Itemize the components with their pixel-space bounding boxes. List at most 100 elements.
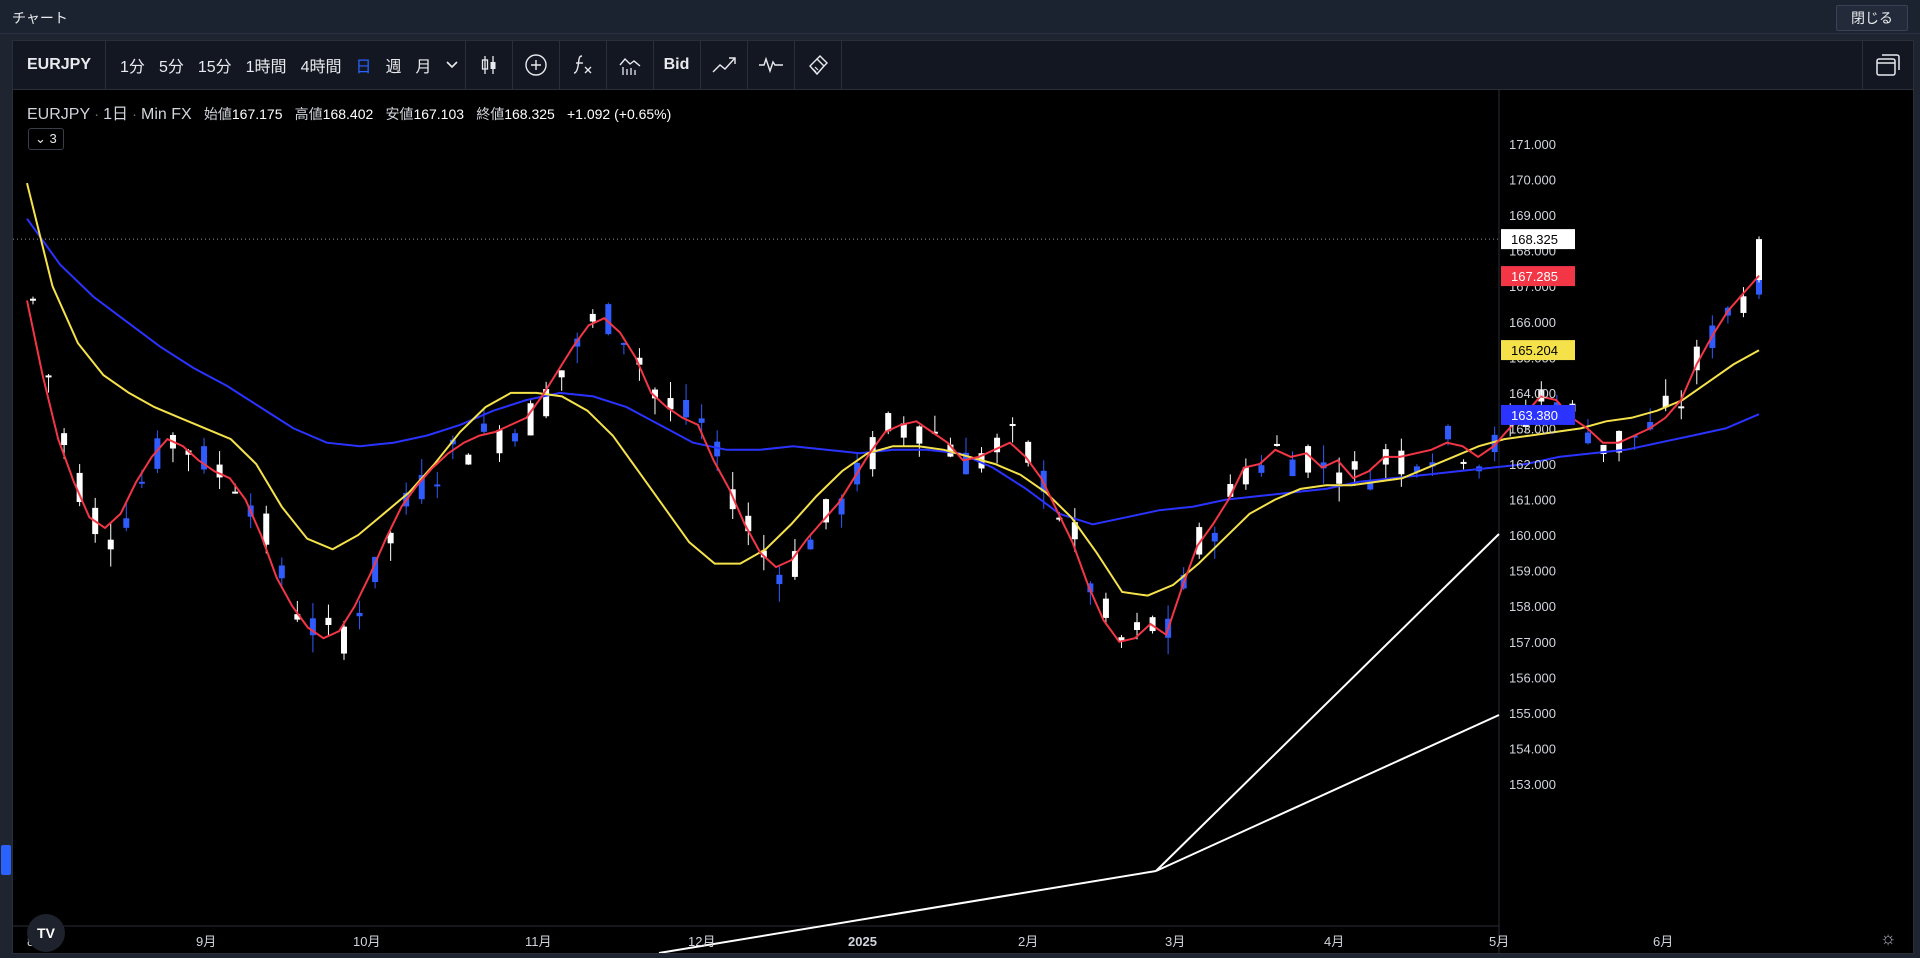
candle-body xyxy=(698,418,705,423)
x-tick-label: 5月 xyxy=(1489,934,1509,949)
interval-1w[interactable]: 週 xyxy=(378,41,408,89)
candle-body xyxy=(434,484,441,487)
side-panel-handle[interactable] xyxy=(1,845,11,875)
symbol-button[interactable]: EURJPY xyxy=(13,41,105,89)
candle-body xyxy=(123,518,130,528)
candle-body xyxy=(1289,459,1296,477)
templates-chart-icon[interactable] xyxy=(607,41,653,89)
price-chart[interactable]: 171.000170.000169.000168.000167.000166.0… xyxy=(13,90,1913,953)
legend-interval: 1日 xyxy=(103,106,129,123)
y-tick-label: 157.000 xyxy=(1509,635,1556,650)
legend-open-label: 始値 xyxy=(203,106,232,122)
interval-15m[interactable]: 15分 xyxy=(191,41,239,89)
candle-body xyxy=(776,574,783,585)
oscillator-wave-icon[interactable] xyxy=(748,41,794,89)
y-tick-label: 155.000 xyxy=(1509,706,1556,721)
close-window-button[interactable]: 閉じる xyxy=(1836,5,1908,31)
candle-body xyxy=(1445,425,1452,440)
y-tick-label: 156.000 xyxy=(1509,670,1556,685)
candle-body xyxy=(232,491,239,494)
candlestick-chart-icon[interactable] xyxy=(466,41,512,89)
candle-body xyxy=(1273,443,1280,446)
chart-frame: EURJPY 1分 5分 15分 1時間 4時間 日 週 月 Bid 171.0… xyxy=(1,40,1914,954)
bid-button[interactable]: Bid xyxy=(654,41,700,89)
price-tag-label: 168.325 xyxy=(1511,232,1558,247)
candle-body xyxy=(496,430,503,454)
candle-body xyxy=(1102,598,1109,618)
layout-windows-icon[interactable] xyxy=(1862,41,1913,89)
legend-change: +1.092 (+0.65%) xyxy=(567,106,672,122)
price-tag-label: 165.204 xyxy=(1511,343,1558,358)
legend-symbol: EURJPY xyxy=(27,106,91,123)
candle-body xyxy=(1756,239,1762,280)
interval-1m[interactable]: 1分 xyxy=(106,41,152,89)
candle-body xyxy=(683,399,690,418)
candle-body xyxy=(1584,432,1591,444)
candle-body xyxy=(916,426,923,444)
y-tick-label: 162.000 xyxy=(1509,457,1556,472)
chart-toolbar: EURJPY 1分 5分 15分 1時間 4時間 日 週 月 Bid xyxy=(13,41,1913,90)
y-tick-label: 166.000 xyxy=(1509,315,1556,330)
legend-close-label: 終値 xyxy=(476,106,505,122)
interval-1h[interactable]: 1時間 xyxy=(239,41,294,89)
y-tick-label: 159.000 xyxy=(1509,564,1556,579)
window-titlebar: チャート 閉じる xyxy=(0,0,1920,34)
x-tick-label: 9月 xyxy=(196,934,216,949)
compare-add-icon[interactable] xyxy=(513,41,559,89)
candle-body xyxy=(61,433,68,446)
indicators-fx-icon[interactable] xyxy=(560,41,606,89)
interval-1mo[interactable]: 月 xyxy=(409,41,439,89)
candle-body xyxy=(356,612,363,617)
x-tick-label: 10月 xyxy=(353,934,380,949)
legend-low-label: 安値 xyxy=(385,106,414,122)
x-tick-label: 2月 xyxy=(1018,934,1038,949)
candle-body xyxy=(512,433,519,442)
legend-high-value: 168.402 xyxy=(322,106,374,122)
toolbar-divider xyxy=(840,41,842,89)
candle-body xyxy=(1398,450,1405,475)
indicators-toggle[interactable]: ⌄ 3 xyxy=(28,128,64,150)
interval-dropdown-chevron-icon[interactable] xyxy=(439,41,465,89)
y-tick-label: 153.000 xyxy=(1509,777,1556,792)
candle-body xyxy=(1336,472,1343,484)
candle-body xyxy=(138,481,145,484)
y-tick-label: 160.000 xyxy=(1509,528,1556,543)
candle-body xyxy=(30,298,36,301)
chart-pane[interactable]: 171.000 170.000 169.000 168.000 167.000 166.0… xyxy=(13,90,1913,953)
candle-body xyxy=(1740,296,1747,313)
candle-body xyxy=(1134,622,1141,630)
trend-line xyxy=(1155,714,1500,872)
x-tick-label: 11月 xyxy=(525,934,552,949)
candle-body xyxy=(45,375,52,378)
candle-body xyxy=(885,413,892,432)
x-tick-label: 3月 xyxy=(1165,934,1185,949)
x-tick-label: 6月 xyxy=(1653,934,1673,949)
gear-icon[interactable]: ☼ xyxy=(1877,927,1899,949)
candle-body xyxy=(107,539,114,550)
candle-body xyxy=(278,565,285,579)
candle-body xyxy=(1460,461,1467,464)
tradingview-logo-icon[interactable]: TV xyxy=(27,914,65,952)
trend-line-icon[interactable] xyxy=(701,41,747,89)
candle-body xyxy=(480,423,487,432)
clear-drawings-brush-icon[interactable] xyxy=(795,41,841,89)
trend-line xyxy=(658,870,1157,953)
window-title: チャート xyxy=(12,10,68,26)
interval-5m[interactable]: 5分 xyxy=(152,41,191,89)
candle-body xyxy=(1009,424,1016,427)
interval-4h[interactable]: 4時間 xyxy=(294,41,349,89)
candle-body xyxy=(1351,461,1358,470)
legend-source: Min FX xyxy=(141,106,192,123)
interval-1d[interactable]: 日 xyxy=(348,41,378,89)
legend-low-value: 167.103 xyxy=(413,106,465,122)
y-tick-label: 161.000 xyxy=(1509,493,1556,508)
legend-high-label: 高値 xyxy=(294,106,323,122)
candle-body xyxy=(807,539,814,550)
y-tick-label: 154.000 xyxy=(1509,741,1556,756)
y-tick-label: 170.000 xyxy=(1509,173,1556,188)
chevron-down-icon: ⌄ xyxy=(35,131,46,146)
candle-body xyxy=(1305,446,1312,473)
price-tag-label: 167.285 xyxy=(1511,269,1558,284)
y-tick-label: 158.000 xyxy=(1509,599,1556,614)
candle-body xyxy=(263,513,270,545)
